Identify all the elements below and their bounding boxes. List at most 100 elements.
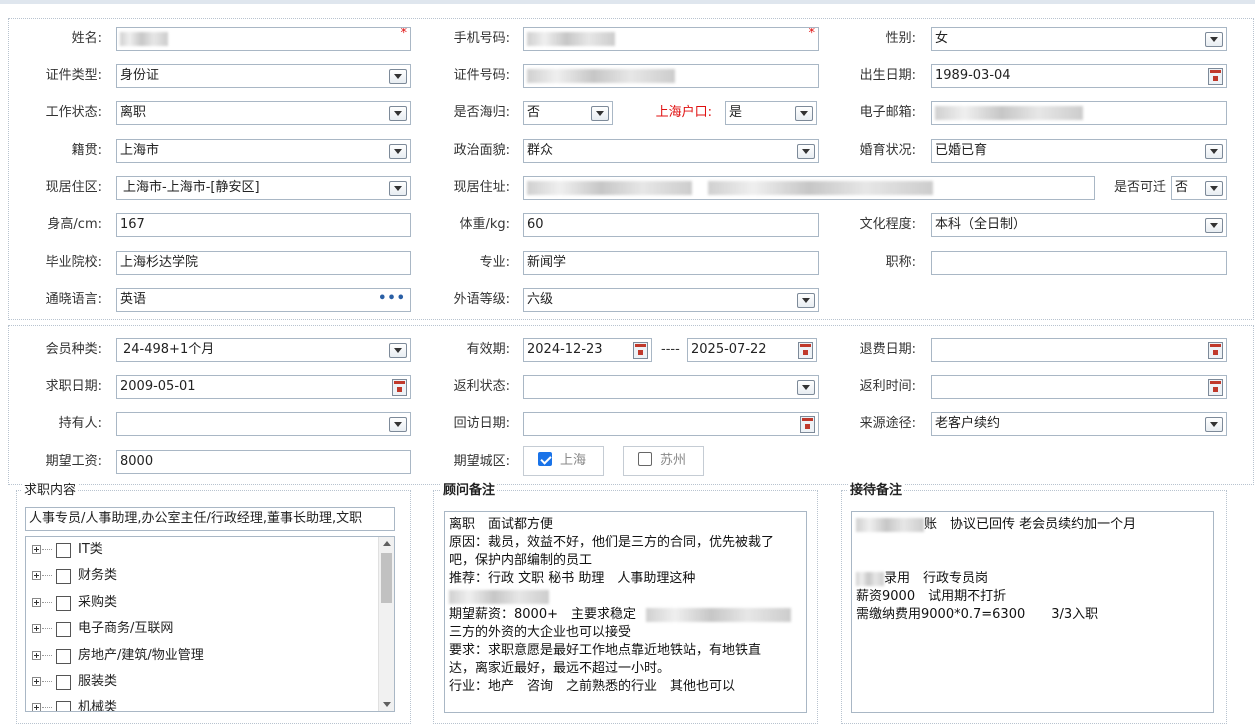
chevron-down-icon[interactable]	[797, 293, 815, 308]
consultant-notes-textarea[interactable]: 离职 面试都方便 原因：裁员，效益不好，他们是三方的合同，优先被裁了 吧，保护内…	[444, 511, 807, 713]
chevron-down-icon[interactable]	[389, 144, 407, 159]
checkbox-icon[interactable]	[56, 569, 71, 584]
shanghai-hukou-select[interactable]: 是	[725, 101, 817, 125]
calendar-icon[interactable]	[798, 342, 813, 359]
calendar-icon[interactable]	[800, 416, 815, 433]
major-label: 专业:	[479, 255, 510, 270]
idno-field[interactable]	[523, 64, 819, 88]
birth-date-field[interactable]: 1989-03-04	[931, 64, 1227, 88]
rebate-status-select[interactable]	[523, 375, 819, 399]
language-level-select[interactable]: 六级	[523, 288, 819, 312]
member-label: 会员种类:	[45, 342, 102, 357]
checkbox-icon[interactable]	[56, 622, 71, 637]
chevron-down-icon[interactable]	[795, 106, 813, 121]
expand-icon[interactable]	[32, 651, 41, 660]
city-shanghai-checkbox[interactable]: 上海	[523, 446, 604, 476]
scrollbar[interactable]	[378, 537, 394, 711]
salary-field[interactable]: 8000	[116, 450, 411, 474]
note-line: 行业：地产 咨询 之前熟悉的行业 其他也可以	[449, 679, 736, 694]
scroll-up-icon[interactable]	[383, 541, 391, 546]
chevron-down-icon[interactable]	[1205, 218, 1223, 233]
email-field[interactable]	[931, 101, 1227, 125]
overseas-select[interactable]: 否	[523, 101, 613, 125]
chevron-down-icon[interactable]	[591, 106, 609, 121]
political-select[interactable]: 群众	[523, 139, 819, 163]
rebate-time-field[interactable]	[931, 375, 1227, 399]
refund-date-field[interactable]	[931, 338, 1227, 362]
email-label: 电子邮箱:	[859, 105, 916, 120]
source-select[interactable]: 老客户续约	[931, 412, 1227, 436]
chevron-down-icon[interactable]	[1205, 144, 1223, 159]
scroll-thumb[interactable]	[381, 553, 392, 603]
holder-select[interactable]	[116, 412, 411, 436]
reception-notes-textarea[interactable]: 账 协议已回传 老会员续约加一个月 录用 行政专员岗 薪资9000 试用期不打折…	[851, 511, 1214, 713]
native-place-select[interactable]: 上海市	[116, 139, 411, 163]
chevron-down-icon[interactable]	[389, 343, 407, 358]
chevron-down-icon[interactable]	[389, 181, 407, 196]
gender-select[interactable]: 女	[931, 27, 1227, 51]
chevron-down-icon[interactable]	[389, 417, 407, 432]
expand-icon[interactable]	[32, 545, 41, 554]
job-content-field[interactable]: 人事专员/人事助理,办公室主任/行政经理,董事长助理,文职	[25, 507, 395, 531]
idtype-value: 身份证	[120, 68, 160, 83]
title-field[interactable]	[931, 251, 1227, 275]
checkbox-icon[interactable]	[56, 649, 71, 664]
calendar-icon[interactable]	[633, 342, 648, 359]
chevron-down-icon[interactable]	[1205, 417, 1223, 432]
expand-icon[interactable]	[32, 677, 41, 686]
member-type-select[interactable]: 24-498+1个月	[116, 338, 411, 362]
work-value: 离职	[120, 105, 147, 120]
calendar-icon[interactable]	[392, 379, 407, 396]
expand-icon[interactable]	[32, 598, 41, 607]
valid-to-field[interactable]: 2025-07-22	[687, 338, 817, 362]
job-date-field[interactable]: 2009-05-01	[116, 375, 411, 399]
checkbox-icon[interactable]	[638, 452, 652, 466]
region-select[interactable]: 上海市-上海市-[静安区]	[116, 176, 411, 200]
checkbox-icon[interactable]	[56, 543, 71, 558]
calendar-icon[interactable]	[1208, 342, 1223, 359]
note-line: 账 协议已回传 老会员续约加一个月	[856, 516, 1209, 534]
job-category-tree[interactable]: IT类 财务类 采购类 电子商务/互联网 房地产/建筑/物业管理 服装类 机械类	[25, 536, 395, 712]
expand-icon[interactable]	[32, 703, 41, 711]
name-field[interactable]: *	[116, 27, 411, 51]
phone-field[interactable]: *	[523, 27, 819, 51]
chevron-down-icon[interactable]	[389, 106, 407, 121]
weight-field[interactable]: 60	[523, 213, 819, 237]
checkbox-icon[interactable]	[56, 701, 71, 711]
chevron-down-icon[interactable]	[797, 144, 815, 159]
job-content-value: 人事专员/人事助理,办公室主任/行政经理,董事长助理,文职	[29, 511, 363, 526]
chevron-down-icon[interactable]	[1205, 181, 1223, 196]
checkbox-checked-icon[interactable]	[538, 452, 552, 466]
work-status-select[interactable]: 离职	[116, 101, 411, 125]
city-suzhou-checkbox[interactable]: 苏州	[623, 446, 704, 476]
scroll-down-icon[interactable]	[383, 702, 391, 707]
relocate-select[interactable]: 否	[1171, 176, 1227, 200]
calendar-icon[interactable]	[1208, 68, 1223, 85]
rebate-label: 返利状态:	[453, 379, 510, 394]
address-field[interactable]	[523, 176, 1095, 200]
height-field[interactable]: 167	[116, 213, 411, 237]
shanghai-hukou-label: 上海户口:	[655, 105, 712, 120]
school-value: 上海杉达学院	[120, 255, 199, 270]
checkbox-icon[interactable]	[56, 596, 71, 611]
chevron-down-icon[interactable]	[389, 69, 407, 84]
school-field[interactable]: 上海杉达学院	[116, 251, 411, 275]
calendar-icon[interactable]	[1208, 379, 1223, 396]
more-icon[interactable]: •••	[378, 289, 406, 310]
consultant-notes-title: 顾问备注	[441, 483, 498, 499]
education-select[interactable]: 本科（全日制）	[931, 213, 1227, 237]
chevron-down-icon[interactable]	[1205, 32, 1223, 47]
language-field[interactable]: 英语 •••	[116, 288, 411, 312]
redacted-text	[527, 31, 615, 46]
chevron-down-icon[interactable]	[797, 380, 815, 395]
valid-from-field[interactable]: 2024-12-23	[523, 338, 652, 362]
expand-icon[interactable]	[32, 571, 41, 580]
marital-select[interactable]: 已婚已育	[931, 139, 1227, 163]
lang-label: 通晓语言:	[45, 292, 102, 307]
checkbox-icon[interactable]	[56, 675, 71, 690]
idtype-select[interactable]: 身份证	[116, 64, 411, 88]
redacted-text	[120, 31, 168, 46]
visit-date-field[interactable]	[523, 412, 819, 436]
major-field[interactable]: 新闻学	[523, 251, 819, 275]
expand-icon[interactable]	[32, 624, 41, 633]
